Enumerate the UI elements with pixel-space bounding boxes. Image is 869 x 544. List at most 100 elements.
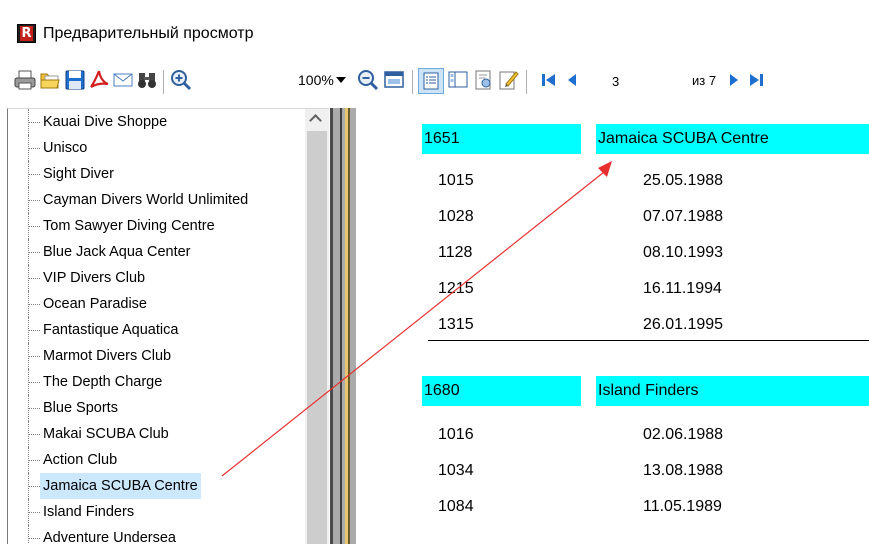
tree-item-label: Kauai Dive Shoppe <box>43 114 168 130</box>
pdf-icon <box>90 70 109 88</box>
tree-connector <box>28 161 40 187</box>
zoom-value: 100% <box>298 72 334 88</box>
order-date: 08.10.1993 <box>643 244 724 261</box>
send-email-button[interactable] <box>112 68 134 94</box>
outline-button[interactable] <box>418 68 444 94</box>
order-number: 1016 <box>438 426 474 443</box>
tree-item[interactable]: Kauai Dive Shoppe <box>8 109 306 135</box>
order-date: 16.11.1994 <box>643 280 722 297</box>
order-date: 13.08.1988 <box>643 462 724 479</box>
tree-connector <box>28 473 40 499</box>
scroll-track[interactable] <box>307 131 327 544</box>
full-screen-button[interactable] <box>383 68 405 94</box>
customer-name: Island Finders <box>596 376 869 406</box>
print-button[interactable] <box>14 68 36 94</box>
open-button[interactable] <box>39 68 61 94</box>
tree-connector <box>28 395 40 421</box>
binoculars-icon <box>138 73 156 88</box>
order-date: 11.05.1989 <box>643 498 722 515</box>
tree-item[interactable]: Adventure Undersea <box>8 525 306 544</box>
tree-item[interactable]: Marmot Divers Club <box>8 343 306 369</box>
page-setup-button[interactable] <box>472 68 494 94</box>
zoom-out-button[interactable] <box>356 68 380 94</box>
tree-item[interactable]: Blue Jack Aqua Center <box>8 239 306 265</box>
tree-item-label: Tom Sawyer Diving Centre <box>43 218 215 234</box>
tree-item-label: Ocean Paradise <box>43 296 147 312</box>
tree-item[interactable]: Unisco <box>8 135 306 161</box>
tree-item-label: Jamaica SCUBA Centre <box>40 473 201 499</box>
order-number: 1084 <box>438 498 474 515</box>
tree-item-label: Blue Sports <box>43 400 118 416</box>
customer-number: 1680 <box>422 376 581 406</box>
tree-item[interactable]: Island Finders <box>8 499 306 525</box>
tree-item[interactable]: Sight Diver <box>8 161 306 187</box>
first-page-icon <box>542 74 555 86</box>
tree-scrollbar[interactable] <box>305 109 329 544</box>
page-setup-icon <box>475 70 491 90</box>
toolbar-separator <box>526 70 527 94</box>
tree-item[interactable]: Jamaica SCUBA Centre <box>8 473 306 499</box>
floppy-disk-icon <box>65 70 85 90</box>
prev-page-button[interactable] <box>564 68 580 94</box>
tree-item[interactable]: Blue Sports <box>8 395 306 421</box>
first-page-button[interactable] <box>539 68 557 94</box>
edit-icon <box>499 71 519 90</box>
envelope-icon <box>113 73 133 87</box>
tree-item[interactable]: Action Club <box>8 447 306 473</box>
zoom-out-icon <box>358 70 379 91</box>
tree-item[interactable]: Fantastique Aquatica <box>8 317 306 343</box>
order-number: 1315 <box>438 316 474 333</box>
tree-connector <box>28 447 40 473</box>
last-page-button[interactable] <box>748 68 766 94</box>
tree-connector <box>28 317 40 343</box>
printer-icon <box>14 70 36 90</box>
window-icon <box>384 71 404 88</box>
tree-item[interactable]: The Depth Charge <box>8 369 306 395</box>
tree-connector <box>28 369 40 395</box>
tree-item-label: Makai SCUBA Club <box>43 426 169 442</box>
save-button[interactable] <box>64 68 86 94</box>
tree-item[interactable]: Ocean Paradise <box>8 291 306 317</box>
tree-item-label: Island Finders <box>43 504 135 520</box>
tree-connector <box>28 187 40 213</box>
tree-connector <box>28 135 40 161</box>
tree-connector <box>28 213 40 239</box>
tree-connector <box>28 109 40 135</box>
export-pdf-button[interactable] <box>88 68 110 94</box>
order-number: 1215 <box>438 280 474 297</box>
group-footer-line <box>428 340 869 341</box>
tree-item-label: Blue Jack Aqua Center <box>43 244 191 260</box>
order-date: 25.05.1988 <box>643 172 724 189</box>
page-number-input[interactable] <box>608 71 684 91</box>
tree-item[interactable]: VIP Divers Club <box>8 265 306 291</box>
order-date: 07.07.1988 <box>643 208 724 225</box>
tree-item[interactable]: Cayman Divers World Unlimited <box>8 187 306 213</box>
toolbar: 100% 3 из 7 <box>0 60 869 104</box>
toolbar-separator <box>163 70 164 94</box>
toolbar-separator <box>412 70 413 94</box>
outline-tree-panel: Kauai Dive Shoppe Unisco Sight Diver Cayman… <box>7 108 329 544</box>
prev-page-icon <box>568 74 576 86</box>
folder-open-icon <box>40 73 60 89</box>
order-date: 02.06.1988 <box>643 426 724 443</box>
last-page-icon <box>750 74 763 86</box>
next-page-button[interactable] <box>726 68 742 94</box>
panel-splitter[interactable] <box>330 108 356 544</box>
zoom-combo[interactable]: 100% <box>298 69 348 91</box>
order-number: 1028 <box>438 208 474 225</box>
scroll-up-icon[interactable] <box>305 109 329 131</box>
zoom-in-button[interactable] <box>169 68 193 94</box>
order-number: 1034 <box>438 462 474 479</box>
edit-page-button[interactable] <box>497 68 519 94</box>
tree-item-label: Cayman Divers World Unlimited <box>43 192 249 208</box>
tree-item-label: Adventure Undersea <box>43 530 176 544</box>
chevron-down-icon <box>336 77 346 83</box>
tree-connector <box>28 525 40 544</box>
tree-item[interactable]: Tom Sawyer Diving Centre <box>8 213 306 239</box>
find-button[interactable] <box>136 68 158 94</box>
tree-item[interactable]: Makai SCUBA Club <box>8 421 306 447</box>
thumbnails-button[interactable] <box>447 68 469 94</box>
tree-item-label: Unisco <box>43 140 88 156</box>
tree-item-label: Sight Diver <box>43 166 114 182</box>
page-count-label: из 7 <box>692 73 717 88</box>
